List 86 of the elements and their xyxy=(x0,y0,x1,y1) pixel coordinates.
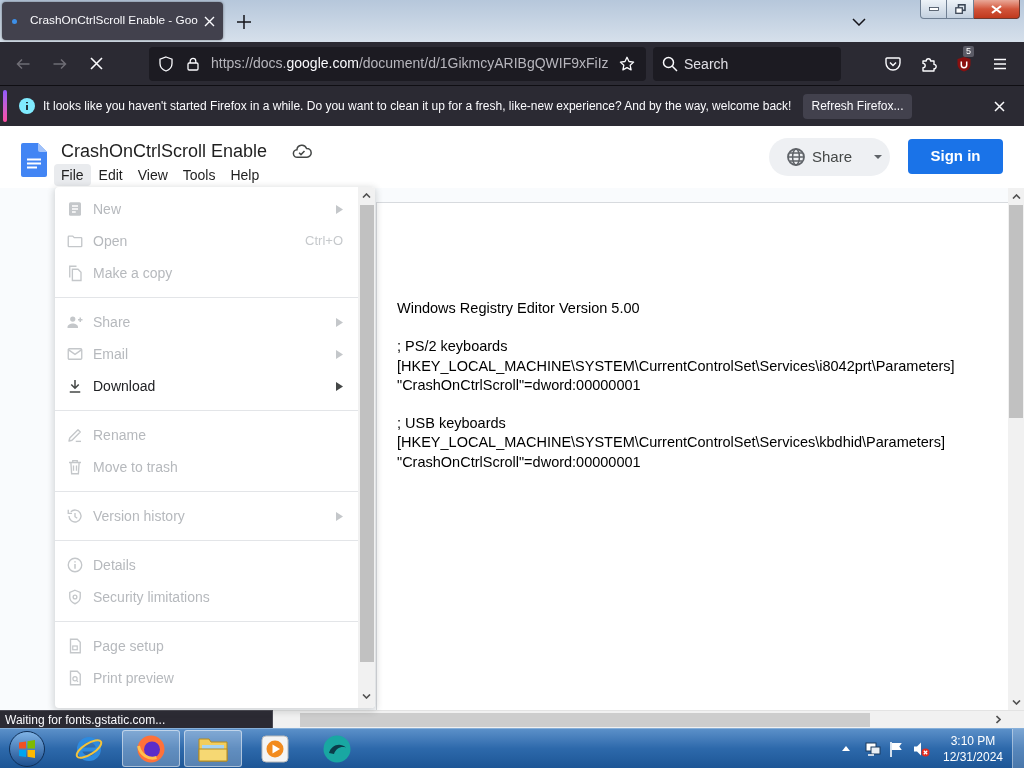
close-icon xyxy=(991,4,1002,14)
restore-icon xyxy=(954,4,966,14)
triangle-right-icon xyxy=(336,511,343,521)
window-close-button[interactable] xyxy=(974,0,1020,19)
folder-icon xyxy=(198,735,228,762)
status-text: Waiting for fonts.gstatic.com... xyxy=(5,712,166,727)
triangle-right-icon xyxy=(336,317,343,327)
puzzle-icon[interactable] xyxy=(921,55,937,72)
logo-icon xyxy=(18,739,36,758)
restore-button[interactable] xyxy=(947,0,974,19)
cloud-check-icon[interactable] xyxy=(292,143,313,159)
document-line: ; USB keyboards xyxy=(397,414,507,434)
info-icon xyxy=(66,556,84,574)
refresh-firefox-button[interactable]: Refresh Firefox... xyxy=(803,93,912,119)
pencil-icon xyxy=(66,426,84,444)
sign-in-button[interactable]: Sign in xyxy=(908,139,1003,174)
chevron-down-icon[interactable] xyxy=(1011,700,1021,705)
extension-badge: 5 xyxy=(963,45,974,57)
chevron-shield-icon[interactable] xyxy=(885,55,901,72)
extension-shield-icon[interactable] xyxy=(956,55,972,72)
notification-message: It looks like you haven't started Firefox in a while. Do you want to clean it up for a fresh, like-new experience? And by the way, welcome back! xyxy=(43,98,793,115)
network-icon[interactable] xyxy=(865,740,881,757)
shield-icon[interactable] xyxy=(159,55,173,72)
share-button[interactable]: Share xyxy=(769,138,890,176)
chevron-up-icon[interactable] xyxy=(1011,194,1021,199)
minimize-button[interactable] xyxy=(920,0,947,19)
speaker-icon[interactable] xyxy=(913,740,930,757)
notification-accent-bar xyxy=(3,90,7,122)
browser-tab[interactable]: CrashOnCtrlScroll Enable - Goo xyxy=(2,2,223,40)
triangle-right-icon xyxy=(336,349,343,359)
menubar-item[interactable]: Help xyxy=(223,164,267,186)
swoosh-logo-icon xyxy=(323,734,351,763)
menu-item[interactable]: Download xyxy=(55,370,358,402)
document-line: [HKEY_LOCAL_MACHINE\SYSTEM\CurrentControlSet\Services\i8042prt\Parameters] xyxy=(397,356,956,376)
circle-logo-icon xyxy=(136,733,166,764)
document-line: Windows Registry Editor Version 5.00 xyxy=(397,299,641,318)
menubar-item[interactable]: Edit xyxy=(91,164,130,186)
chevron-up-icon[interactable] xyxy=(362,193,371,198)
lock-icon[interactable] xyxy=(187,56,199,71)
shortcut-text: Ctrl+O xyxy=(305,232,343,251)
document-title: CrashOnCtrlScroll Enable xyxy=(61,140,268,162)
close-icon[interactable] xyxy=(204,15,215,27)
search-icon xyxy=(662,55,678,72)
shield-icon xyxy=(66,588,84,606)
caret-down-icon[interactable] xyxy=(874,155,883,159)
clock-time[interactable]: 3:10 PM xyxy=(950,732,996,749)
person-add-icon xyxy=(66,313,84,331)
scrollbar-thumb[interactable] xyxy=(1009,205,1023,418)
envelope-icon xyxy=(66,345,84,363)
taskbar-app-button[interactable] xyxy=(184,730,242,767)
document-icon xyxy=(66,200,84,218)
taskbar-app-button[interactable] xyxy=(122,730,180,767)
document-line: "CrashOnCtrlScroll"=dword:00000001 xyxy=(397,375,642,395)
chevron-down-icon[interactable] xyxy=(852,18,866,26)
scrollbar-thumb[interactable] xyxy=(300,712,870,727)
trash-icon xyxy=(66,458,84,476)
star-icon[interactable] xyxy=(619,55,635,72)
close-icon[interactable] xyxy=(994,100,1005,112)
caret-up-icon[interactable] xyxy=(842,746,850,751)
scrollbar-thumb[interactable] xyxy=(359,205,374,662)
triangle-right-icon xyxy=(336,204,343,214)
play-icon xyxy=(261,734,289,763)
search-field[interactable]: Search xyxy=(653,46,841,81)
globe-icon xyxy=(787,148,805,166)
menubar-item[interactable]: File xyxy=(54,164,91,186)
copy-icon xyxy=(66,264,84,282)
x-icon[interactable] xyxy=(90,57,103,70)
chevron-right-icon[interactable] xyxy=(996,715,1001,724)
flag-icon[interactable] xyxy=(889,740,903,757)
clock-date[interactable]: 12/31/2024 xyxy=(942,748,1004,765)
document-logo-icon[interactable] xyxy=(21,143,47,177)
document-line: [HKEY_LOCAL_MACHINE\SYSTEM\CurrentControlSet\Services\kbdhid\Parameters] xyxy=(397,433,946,453)
chevron-down-icon[interactable] xyxy=(362,694,371,699)
menubar-item[interactable]: Tools xyxy=(175,164,223,186)
minimize-icon xyxy=(928,7,939,11)
favicon-dot-icon xyxy=(12,18,17,24)
folder-icon xyxy=(66,232,84,250)
history-icon xyxy=(66,507,84,525)
document-line: ; PS/2 keyboards xyxy=(397,337,509,357)
info-icon xyxy=(19,98,35,114)
document-line: "CrashOnCtrlScroll"=dword:00000001 xyxy=(397,452,642,472)
address-bar[interactable]: https://docs.google.com/document/d/1GikmcyARIBgQWIF9xFiIz xyxy=(149,46,646,81)
triangle-right-icon xyxy=(336,381,343,391)
start-button[interactable] xyxy=(9,730,45,767)
plus-icon[interactable] xyxy=(237,15,251,29)
menubar-item[interactable]: View xyxy=(130,164,175,186)
